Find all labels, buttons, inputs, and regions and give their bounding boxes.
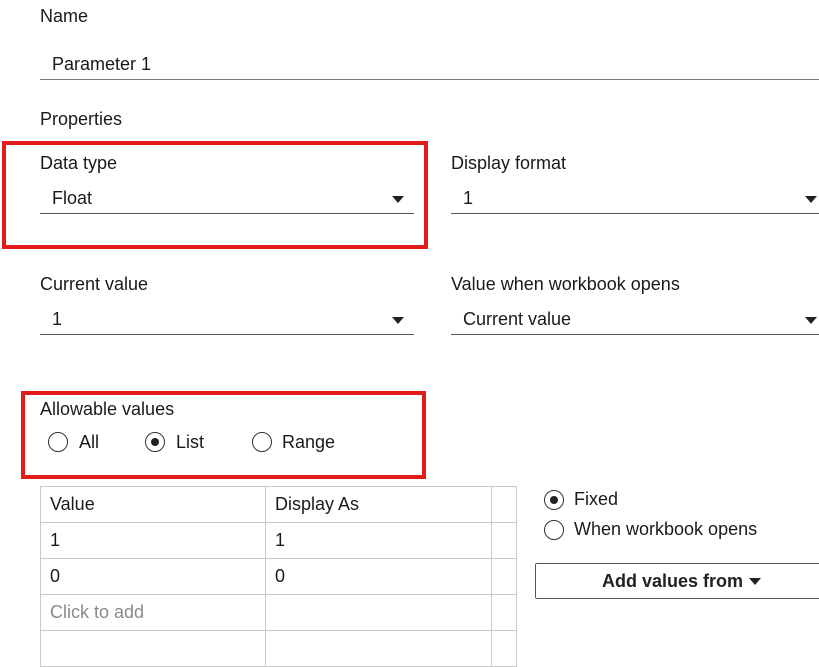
- radio-when-workbook-opens[interactable]: [544, 520, 564, 540]
- column-header-display-as[interactable]: Display As: [265, 486, 492, 523]
- click-to-add-cell[interactable]: Click to add: [40, 594, 266, 631]
- column-header-value[interactable]: Value: [40, 486, 266, 523]
- table-cell-spacer: [491, 558, 517, 595]
- column-header-spacer: [491, 486, 517, 523]
- radio-all[interactable]: [48, 432, 68, 452]
- name-label: Name: [40, 6, 89, 26]
- table-cell-empty: [40, 630, 266, 667]
- add-row[interactable]: Click to add: [40, 594, 517, 631]
- chevron-down-icon: [805, 196, 817, 203]
- table-cell-display-as[interactable]: 1: [265, 522, 492, 559]
- name-input-value: Parameter 1: [52, 54, 152, 74]
- table-cell-spacer: [491, 594, 517, 631]
- table-cell-display-as[interactable]: 0: [265, 558, 492, 595]
- value-when-opens-select[interactable]: Current value: [451, 301, 819, 335]
- table-cell-value[interactable]: 0: [40, 558, 266, 595]
- allowable-values-label: Allowable values: [40, 399, 175, 419]
- data-type-highlight: [2, 141, 428, 249]
- display-format-select[interactable]: 1: [451, 180, 819, 214]
- table-cell-spacer: [491, 630, 517, 667]
- table-cell-value[interactable]: 1: [40, 522, 266, 559]
- radio-list-label[interactable]: List: [176, 432, 204, 453]
- current-value-select[interactable]: 1: [40, 301, 414, 335]
- chevron-down-icon: [392, 317, 404, 324]
- table-cell-spacer: [491, 522, 517, 559]
- current-value-label: Current value: [40, 274, 149, 294]
- value-when-opens-value: Current value: [463, 309, 572, 329]
- table-cell-display-as[interactable]: [265, 594, 492, 631]
- current-value-value: 1: [52, 309, 63, 329]
- table-row[interactable]: 0 0: [40, 558, 517, 595]
- chevron-down-icon: [749, 578, 761, 585]
- add-values-from-label: Add values from: [602, 571, 744, 591]
- display-format-value: 1: [463, 188, 474, 208]
- table-row-empty: [40, 630, 517, 667]
- values-table: Value Display As 1 1 0 0 Click to add: [40, 486, 517, 667]
- radio-fixed[interactable]: [544, 490, 564, 510]
- radio-range-label[interactable]: Range: [282, 432, 335, 453]
- radio-fixed-label[interactable]: Fixed: [574, 489, 618, 510]
- chevron-down-icon: [805, 317, 817, 324]
- display-format-label: Display format: [451, 153, 567, 173]
- table-header-row: Value Display As: [40, 486, 517, 523]
- radio-when-workbook-opens-label[interactable]: When workbook opens: [574, 519, 757, 540]
- add-values-from-button[interactable]: Add values from: [535, 563, 819, 599]
- value-when-opens-label: Value when workbook opens: [451, 274, 680, 294]
- table-cell-empty: [265, 630, 492, 667]
- radio-list[interactable]: [145, 432, 165, 452]
- radio-all-label[interactable]: All: [79, 432, 99, 453]
- properties-heading: Properties: [40, 109, 123, 129]
- radio-range[interactable]: [252, 432, 272, 452]
- table-row[interactable]: 1 1: [40, 522, 517, 559]
- name-input[interactable]: Parameter 1: [40, 46, 819, 80]
